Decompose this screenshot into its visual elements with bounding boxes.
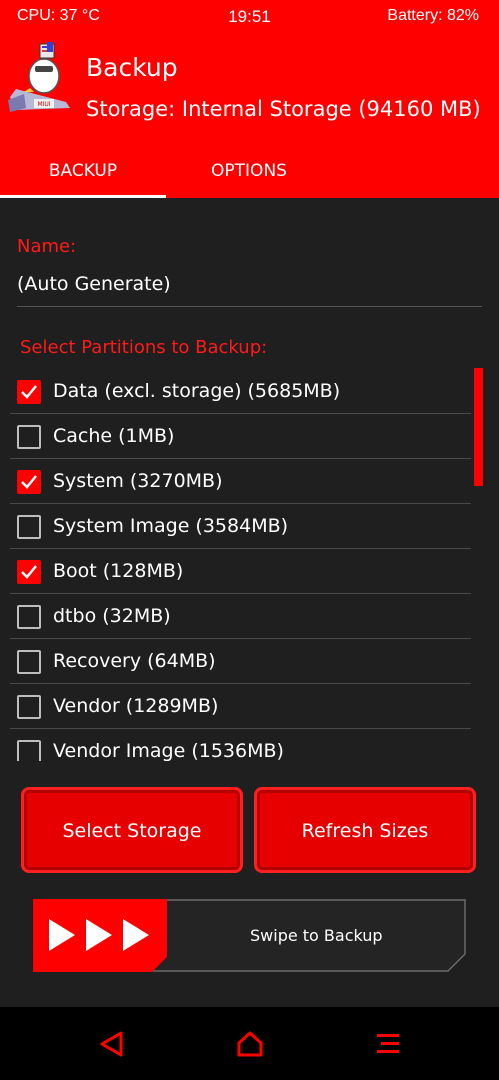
tab-backup[interactable]: BACKUP [0,152,166,198]
swipe-label: Swipe to Backup [250,926,383,945]
refresh-sizes-label: Refresh Sizes [301,820,429,842]
partition-row-dtbo[interactable]: dtbo (32MB) [10,594,471,639]
checkbox-checked[interactable] [17,380,41,404]
checkbox[interactable] [17,695,41,719]
refresh-sizes-button[interactable]: Refresh Sizes [254,787,476,873]
check-icon [21,565,37,579]
page-title: Backup [86,53,178,82]
partition-row-vendor-image[interactable]: Vendor Image (1536MB) [10,729,471,761]
back-triangle-icon[interactable] [97,1029,127,1059]
partition-label: dtbo (32MB) [53,605,171,627]
tab-bar: BACKUP OPTIONS [0,152,499,198]
partition-label: Vendor Image (1536MB) [53,740,284,761]
partition-row-system[interactable]: System (3270MB) [10,459,471,504]
check-icon [21,475,37,489]
partition-label: System (3270MB) [53,470,223,492]
svg-text:MIUI: MIUI [37,101,50,108]
checkbox[interactable] [17,605,41,629]
partition-row-cache[interactable]: Cache (1MB) [10,414,471,459]
select-storage-button[interactable]: Select Storage [21,787,243,873]
home-icon[interactable] [235,1029,265,1059]
partitions-label: Select Partitions to Backup: [20,337,268,358]
partition-row-boot[interactable]: Boot (128MB) [10,549,471,594]
swipe-to-backup-slider[interactable]: Swipe to Backup [33,899,466,972]
active-tab-indicator [0,195,166,198]
partition-label: Recovery (64MB) [53,650,216,672]
checkbox-checked[interactable] [17,470,41,494]
name-label: Name: [17,236,77,257]
partition-label: Vendor (1289MB) [53,695,219,717]
partition-label: Cache (1MB) [53,425,175,447]
partition-label: System Image (3584MB) [53,515,289,537]
tab-options[interactable]: OPTIONS [166,152,332,198]
partition-row-recovery[interactable]: Recovery (64MB) [10,639,471,684]
backup-name-input[interactable]: (Auto Generate) [17,273,171,295]
navigation-bar [0,1007,499,1080]
partition-row-system-image[interactable]: System Image (3584MB) [10,504,471,549]
menu-icon[interactable] [374,1029,404,1059]
list-scrollbar[interactable] [474,368,483,486]
checkbox[interactable] [17,650,41,674]
partition-label: Data (excl. storage) (5685MB) [53,380,341,402]
name-divider [17,306,482,307]
twrp-logo: MIUI [8,42,70,112]
partition-list[interactable]: Data (excl. storage) (5685MB) Cache (1MB… [10,369,484,761]
checkbox-checked[interactable] [17,560,41,584]
partition-row-data[interactable]: Data (excl. storage) (5685MB) [10,369,471,414]
partition-row-vendor[interactable]: Vendor (1289MB) [10,684,471,729]
select-storage-label: Select Storage [62,820,202,842]
storage-info[interactable]: Storage: Internal Storage (94160 MB) [86,97,481,121]
checkbox[interactable] [17,740,41,761]
battery-level: Battery: 82% [387,7,479,24]
swipe-handle[interactable] [33,899,167,972]
checkbox[interactable] [17,425,41,449]
partition-label: Boot (128MB) [53,560,184,582]
header: MIUI Backup Storage: Internal Storage (9… [0,40,499,152]
check-icon [21,385,37,399]
checkbox[interactable] [17,515,41,539]
status-bar: CPU: 37 °C 19:51 Battery: 82% [0,0,499,40]
